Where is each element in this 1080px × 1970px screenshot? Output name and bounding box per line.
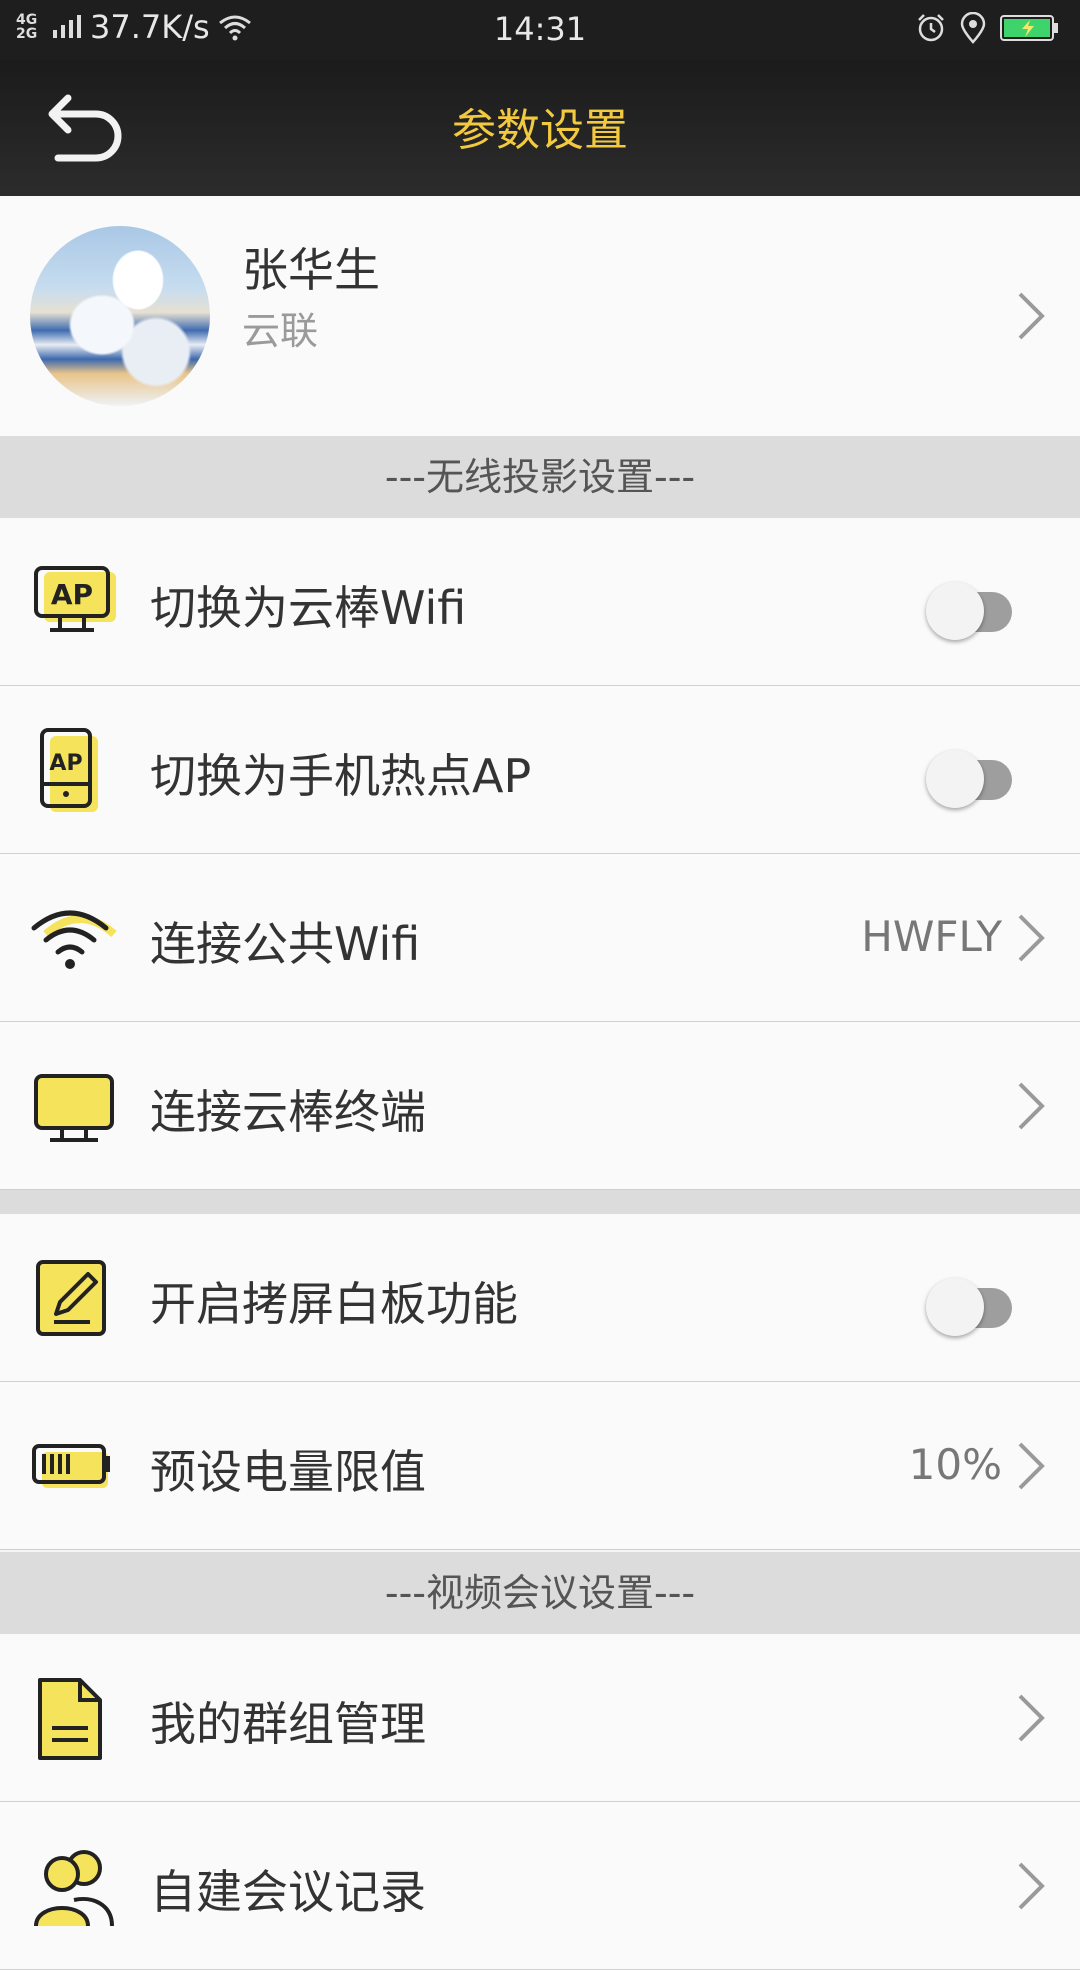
location-icon bbox=[960, 12, 986, 44]
cloud-wifi-toggle[interactable] bbox=[926, 574, 1018, 640]
status-bar: 4G 2G 37.7K/s 14:31 bbox=[0, 0, 1080, 60]
svg-text:AP: AP bbox=[49, 751, 82, 776]
monitor-icon bbox=[34, 1074, 114, 1142]
chevron-right-icon bbox=[1018, 292, 1045, 340]
row-label: 连接云棒终端 bbox=[150, 1085, 426, 1139]
svg-text:AP: AP bbox=[51, 578, 93, 611]
battery-icon bbox=[32, 1444, 110, 1488]
row-public-wifi[interactable]: 连接公共Wifi HWFLY bbox=[0, 854, 1080, 1022]
profile-name: 张华生 bbox=[242, 243, 380, 297]
row-group-management[interactable]: 我的群组管理 bbox=[0, 1634, 1080, 1802]
chevron-right-icon bbox=[1018, 1082, 1045, 1130]
section-divider bbox=[0, 1190, 1080, 1214]
row-label: 切换为手机热点AP bbox=[150, 749, 532, 803]
row-battery-limit[interactable]: 预设电量限值 10% bbox=[0, 1382, 1080, 1550]
chevron-right-icon bbox=[1018, 1694, 1045, 1742]
group-users-icon bbox=[34, 1850, 114, 1927]
title-bar: 参数设置 bbox=[0, 60, 1080, 196]
profile-org: 云联 bbox=[242, 309, 319, 353]
profile-card[interactable]: 张华生 云联 bbox=[0, 196, 1080, 436]
row-label: 切换为云棒Wifi bbox=[150, 581, 467, 635]
chevron-right-icon bbox=[1018, 1862, 1045, 1910]
chevron-right-icon bbox=[1018, 1442, 1045, 1490]
row-label: 开启拷屏白板功能 bbox=[150, 1277, 518, 1331]
avatar[interactable] bbox=[30, 226, 210, 406]
row-cloud-terminal[interactable]: 连接云棒终端 bbox=[0, 1022, 1080, 1190]
row-meeting-records[interactable]: 自建会议记录 bbox=[0, 1802, 1080, 1970]
row-phone-ap[interactable]: AP 切换为手机热点AP bbox=[0, 686, 1080, 854]
battery-charging-icon bbox=[1000, 15, 1058, 41]
page-title: 参数设置 bbox=[452, 105, 628, 156]
row-whiteboard[interactable]: 开启拷屏白板功能 bbox=[0, 1214, 1080, 1382]
phone-ap-toggle[interactable] bbox=[926, 742, 1018, 808]
ap-monitor-icon: AP bbox=[34, 566, 116, 632]
section-header-wireless: ---无线投影设置--- bbox=[0, 436, 1080, 518]
row-label: 预设电量限值 bbox=[150, 1445, 426, 1499]
row-label: 自建会议记录 bbox=[150, 1865, 426, 1919]
document-icon bbox=[38, 1678, 102, 1760]
section-header-video: ---视频会议设置--- bbox=[0, 1552, 1080, 1634]
whiteboard-edit-icon bbox=[36, 1260, 106, 1336]
chevron-right-icon bbox=[1018, 914, 1045, 962]
row-label: 我的群组管理 bbox=[150, 1697, 426, 1751]
phone-ap-icon: AP bbox=[40, 728, 98, 812]
row-value: 10% bbox=[908, 1440, 1002, 1489]
wifi-icon bbox=[31, 910, 117, 969]
row-value: HWFLY bbox=[861, 912, 1002, 961]
row-label: 连接公共Wifi bbox=[150, 917, 421, 971]
whiteboard-toggle[interactable] bbox=[926, 1270, 1018, 1336]
row-cloud-wifi[interactable]: AP 切换为云棒Wifi bbox=[0, 518, 1080, 686]
alarm-icon bbox=[918, 14, 944, 42]
